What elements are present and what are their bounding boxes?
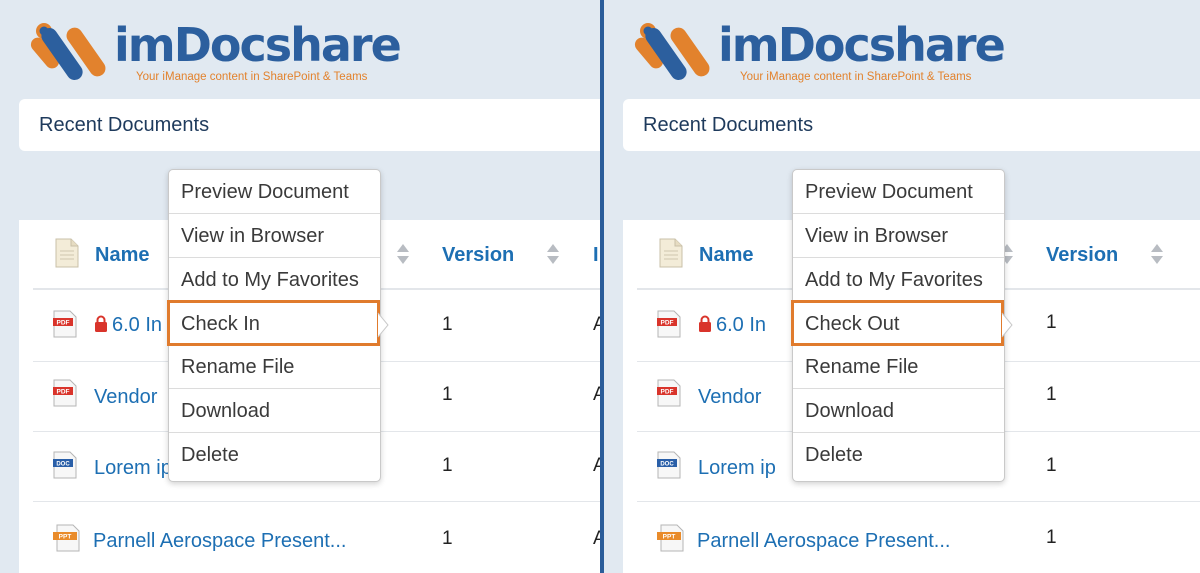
table-row[interactable]: PPT Parnell Aerospace Present... 1: [637, 501, 1200, 573]
sort-icon[interactable]: [396, 242, 410, 266]
sort-icon[interactable]: [546, 242, 560, 266]
pdf-icon: PDF: [53, 310, 77, 338]
lock-icon: [95, 315, 107, 332]
document-version: 1: [1046, 455, 1057, 476]
menu-item-check-out[interactable]: Check Out: [791, 300, 1004, 346]
brand-name: imDocshare: [114, 18, 402, 72]
column-header-name[interactable]: Name: [699, 244, 753, 267]
document-name[interactable]: Parnell Aerospace Present...: [93, 530, 346, 553]
svg-text:DOC: DOC: [56, 462, 70, 468]
document-version: 1: [1046, 527, 1057, 548]
document-name[interactable]: Vendor: [94, 386, 157, 409]
brand-tagline: Your iManage content in SharePoint & Tea…: [136, 71, 368, 83]
menu-item-rename-file[interactable]: Rename File: [793, 345, 1004, 389]
doc-icon: DOC: [657, 451, 681, 479]
brand-tagline: Your iManage content in SharePoint & Tea…: [740, 71, 972, 83]
svg-text:DOC: DOC: [660, 462, 674, 468]
highlight-box: [791, 300, 1004, 346]
svg-text:PDF: PDF: [661, 389, 674, 396]
context-menu: Preview Document View in Browser Add to …: [791, 169, 1005, 482]
document-version: 1: [442, 384, 453, 405]
imdocshare-logo-mark-icon: [634, 23, 710, 81]
svg-text:PDF: PDF: [661, 320, 674, 327]
table-row[interactable]: PPT Parnell Aerospace Present... 1 A: [33, 501, 600, 573]
svg-text:PDF: PDF: [57, 320, 70, 327]
pdf-icon: PDF: [53, 379, 77, 407]
document-third-column: A: [593, 455, 600, 476]
document-name-text: 6.0 In: [716, 314, 767, 336]
ppt-icon: PPT: [657, 524, 684, 552]
recent-documents-header: Recent Documents: [623, 99, 1200, 151]
sort-icon[interactable]: [1150, 242, 1164, 266]
document-name[interactable]: Lorem ip: [94, 457, 172, 480]
document-name[interactable]: 6.0 In: [698, 314, 766, 337]
doc-icon: DOC: [53, 451, 77, 479]
menu-pointer-icon: [377, 312, 389, 338]
page-title: Recent Documents: [39, 114, 210, 136]
brand-name: imDocshare: [718, 18, 1006, 72]
menu-item-delete[interactable]: Delete: [169, 433, 380, 476]
document-third-column: A: [593, 384, 600, 405]
column-header-name[interactable]: Name: [95, 244, 149, 267]
page-title: Recent Documents: [643, 114, 814, 136]
svg-text:PPT: PPT: [59, 534, 72, 541]
pdf-icon: PDF: [657, 310, 681, 338]
imdocshare-logo: imDocshare Your iManage content in Share…: [624, 16, 1006, 88]
menu-item-preview-document[interactable]: Preview Document: [169, 170, 380, 214]
column-header-version[interactable]: Version: [442, 244, 514, 267]
ppt-icon: PPT: [53, 524, 80, 552]
context-menu: Preview Document View in Browser Add to …: [167, 169, 381, 482]
imdocshare-logo-mark-icon: [30, 23, 106, 81]
panel-check-in: imDocshare Your iManage content in Share…: [0, 0, 600, 573]
panel-check-out: imDocshare Your iManage content in Share…: [604, 0, 1200, 573]
menu-item-download[interactable]: Download: [793, 389, 1004, 433]
imdocshare-logo: imDocshare Your iManage content in Share…: [20, 16, 402, 88]
document-version: 1: [442, 314, 453, 335]
document-third-column: A: [593, 528, 600, 549]
menu-item-rename-file[interactable]: Rename File: [169, 345, 380, 389]
menu-item-view-in-browser[interactable]: View in Browser: [793, 214, 1004, 258]
menu-item-add-to-favorites[interactable]: Add to My Favorites: [169, 258, 380, 302]
lock-icon: [699, 315, 711, 332]
column-header-version[interactable]: Version: [1046, 244, 1118, 267]
svg-text:PDF: PDF: [57, 389, 70, 396]
menu-item-add-to-favorites[interactable]: Add to My Favorites: [793, 258, 1004, 302]
document-name[interactable]: Vendor: [698, 386, 761, 409]
menu-item-delete[interactable]: Delete: [793, 433, 1004, 476]
svg-text:PPT: PPT: [663, 534, 676, 541]
file-type-column-icon: [659, 238, 683, 268]
column-header-clipped[interactable]: I: [593, 244, 599, 267]
document-version: 1: [1046, 384, 1057, 405]
document-version: 1: [442, 455, 453, 476]
recent-documents-header: Recent Documents: [19, 99, 600, 151]
pdf-icon: PDF: [657, 379, 681, 407]
document-third-column: A: [593, 314, 600, 335]
highlight-box: [167, 300, 380, 346]
file-type-column-icon: [55, 238, 79, 268]
menu-pointer-icon: [1001, 312, 1013, 338]
menu-item-view-in-browser[interactable]: View in Browser: [169, 214, 380, 258]
document-name[interactable]: Lorem ip: [698, 457, 776, 480]
menu-item-check-in[interactable]: Check In: [167, 300, 380, 346]
document-name[interactable]: 6.0 In: [94, 314, 162, 337]
document-version: 1: [442, 528, 453, 549]
menu-item-download[interactable]: Download: [169, 389, 380, 433]
menu-item-preview-document[interactable]: Preview Document: [793, 170, 1004, 214]
document-name-text: 6.0 In: [112, 314, 163, 336]
document-version: 1: [1046, 312, 1057, 333]
document-name[interactable]: Parnell Aerospace Present...: [697, 530, 950, 553]
